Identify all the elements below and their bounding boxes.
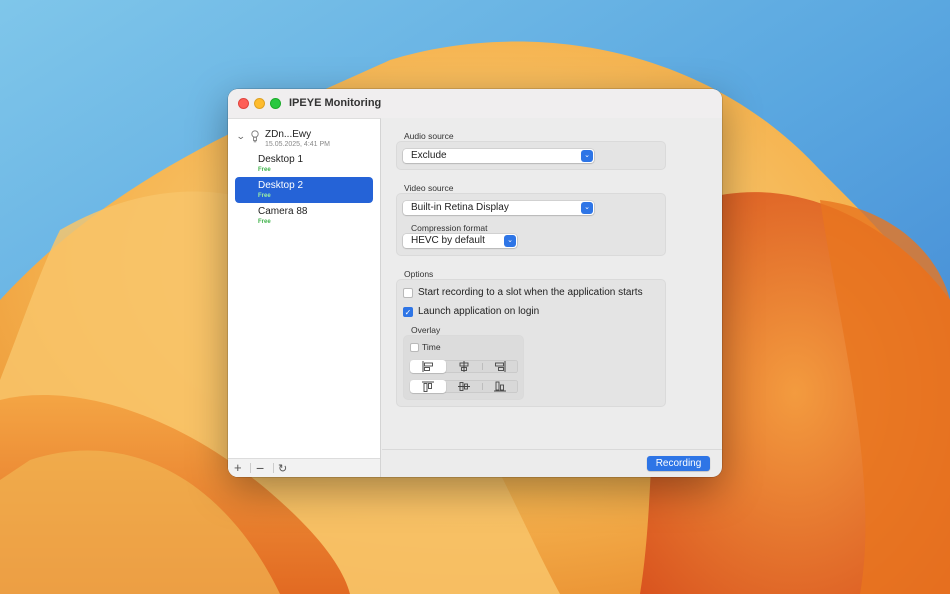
time-checkbox[interactable] <box>410 343 419 352</box>
compression-format-value: HEVC by default <box>411 235 485 246</box>
start-recording-label: Start recording to a slot when the appli… <box>418 287 643 298</box>
launch-on-login-label: Launch application on login <box>418 306 540 317</box>
sidebar-item-desktop-1[interactable]: Desktop 1 Free <box>235 151 373 177</box>
remove-slot-button[interactable]: − <box>256 461 264 475</box>
vertical-alignment-control <box>410 380 518 393</box>
compression-format-popup[interactable]: HEVC by default ⌄ <box>403 234 517 248</box>
app-window: IPEYE Monitoring ⌄ ZDn...Ewy 15.05.2025,… <box>228 89 722 477</box>
audio-source-popup[interactable]: Exclude ⌄ <box>403 149 594 163</box>
lightbulb-icon <box>251 130 259 143</box>
sidebar: ⌄ ZDn...Ewy 15.05.2025, 4:41 PM Desktop … <box>228 118 381 477</box>
slot-name: Camera 88 <box>258 206 308 217</box>
minimize-window-button[interactable] <box>254 98 265 109</box>
title-bar[interactable]: IPEYE Monitoring <box>228 89 722 118</box>
close-window-button[interactable] <box>238 98 249 109</box>
refresh-icon[interactable]: ↻ <box>278 462 287 476</box>
chevron-down-icon[interactable]: ⌄ <box>236 131 246 142</box>
slot-status: Free <box>258 219 271 225</box>
overlay-label: Overlay <box>411 325 441 335</box>
slot-name: Desktop 1 <box>258 154 304 165</box>
options-label: Options <box>404 269 434 279</box>
horizontal-alignment-control <box>410 360 518 373</box>
align-right-icon[interactable] <box>482 360 518 373</box>
sidebar-toolbar: + − ↻ <box>228 458 380 477</box>
options-box: Start recording to a slot when the appli… <box>396 279 666 407</box>
slot-status: Free <box>258 193 271 199</box>
chevron-down-icon: ⌄ <box>504 235 516 247</box>
audio-source-label: Audio source <box>404 131 454 141</box>
video-source-box: Built-in Retina Display ⌄ Compression fo… <box>396 193 666 256</box>
recording-button[interactable]: Recording <box>647 456 710 471</box>
video-source-label: Video source <box>404 183 454 193</box>
audio-source-value: Exclude <box>411 150 447 161</box>
compression-format-label: Compression format <box>411 223 488 233</box>
chevron-down-icon: ⌄ <box>581 150 593 162</box>
align-middle-icon[interactable] <box>446 380 482 393</box>
align-bottom-icon[interactable] <box>482 380 518 393</box>
launch-on-login-checkbox[interactable]: ✓ <box>403 307 413 317</box>
video-source-popup[interactable]: Built-in Retina Display ⌄ <box>403 201 594 215</box>
align-top-icon[interactable] <box>410 380 446 393</box>
settings-panel: Audio source Exclude ⌄ Video source Buil… <box>382 118 722 477</box>
window-title: IPEYE Monitoring <box>289 97 382 109</box>
group-name: ZDn...Ewy <box>265 129 312 140</box>
add-slot-button[interactable]: + <box>234 461 242 475</box>
audio-source-box: Exclude ⌄ <box>396 141 666 170</box>
toolbar-divider <box>250 463 251 473</box>
time-label: Time <box>422 342 441 352</box>
sidebar-item-desktop-2[interactable]: Desktop 2 Free <box>235 177 373 203</box>
align-left-icon[interactable] <box>410 360 446 373</box>
align-center-icon[interactable] <box>446 360 482 373</box>
toolbar-divider <box>273 463 274 473</box>
video-source-value: Built-in Retina Display <box>411 202 509 213</box>
sidebar-item-camera-88[interactable]: Camera 88 Free <box>235 203 373 229</box>
start-recording-checkbox[interactable] <box>403 288 413 298</box>
footer-divider <box>382 449 722 450</box>
zoom-window-button[interactable] <box>270 98 281 109</box>
slot-status: Free <box>258 167 271 173</box>
chevron-down-icon: ⌄ <box>581 202 593 214</box>
slot-name: Desktop 2 <box>258 180 304 191</box>
overlay-box: Time <box>403 335 524 400</box>
group-date: 15.05.2025, 4:41 PM <box>265 141 330 148</box>
